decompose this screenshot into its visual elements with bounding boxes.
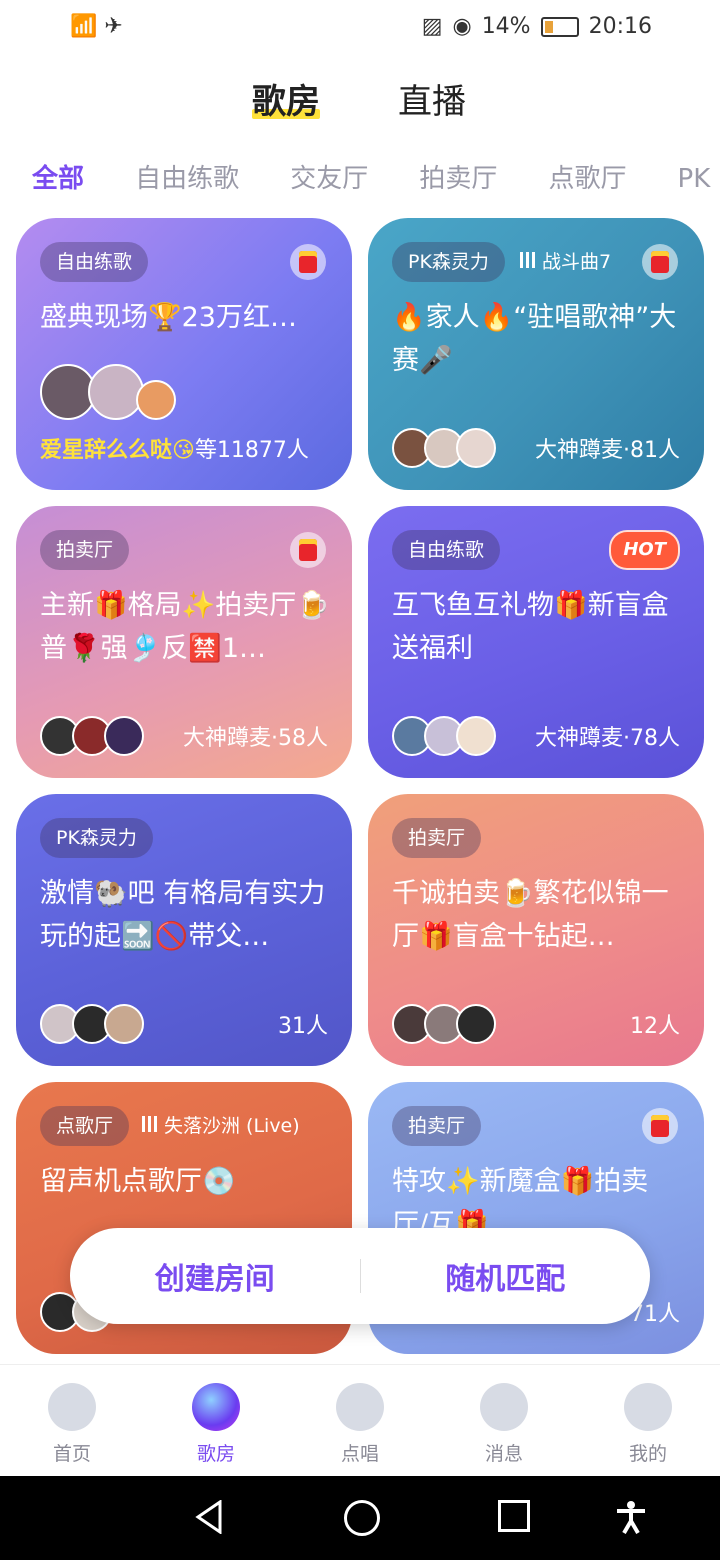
music-bars-icon bbox=[520, 252, 536, 268]
nav-messages[interactable]: 消息 bbox=[432, 1365, 576, 1477]
nav-karaoke-room[interactable]: 歌房 bbox=[144, 1365, 288, 1477]
clock: 20:16 bbox=[588, 14, 652, 39]
wifi-icon: 📶 bbox=[70, 14, 98, 39]
avatar-group bbox=[40, 1004, 144, 1044]
tab-karaoke-room[interactable]: 歌房 bbox=[252, 74, 320, 123]
avatar-group bbox=[392, 716, 496, 756]
song-name: 战斗曲7 bbox=[542, 251, 612, 273]
room-card[interactable]: PK森灵力 激情🐏吧 有格局有实力玩的起🔜🚫带父… 31人 bbox=[16, 794, 352, 1066]
room-title: 千诚拍卖🍺繁花似锦一厅🎁盲盒十钻起… bbox=[392, 878, 669, 952]
avatar-group bbox=[392, 1004, 496, 1044]
nav-label: 歌房 bbox=[196, 1443, 235, 1465]
avatar bbox=[136, 380, 176, 420]
music-bars-icon bbox=[142, 1116, 158, 1132]
listener-count: 等11877人 bbox=[194, 438, 309, 463]
avatar bbox=[88, 364, 144, 420]
host-name: 爱星辞么么哒😘 bbox=[40, 438, 195, 463]
red-packet-icon[interactable] bbox=[290, 244, 326, 280]
nav-label: 点唱 bbox=[340, 1443, 379, 1465]
red-packet-icon[interactable] bbox=[290, 532, 326, 568]
listener-count: 大神蹲麦·78人 bbox=[535, 726, 680, 751]
avatar bbox=[104, 1004, 144, 1044]
system-nav-bar bbox=[0, 1476, 720, 1560]
red-packet-icon[interactable] bbox=[642, 1108, 678, 1144]
room-tag: PK森灵力 bbox=[40, 818, 153, 858]
battery-percent: 14% bbox=[481, 14, 531, 39]
home-icon bbox=[48, 1383, 96, 1431]
listener-count: 12人 bbox=[630, 1014, 680, 1039]
room-title: 互飞鱼互礼物🎁新盲盒送福利 bbox=[392, 590, 669, 664]
room-card[interactable]: 自由练歌 HOT 互飞鱼互礼物🎁新盲盒送福利 大神蹲麦·78人 bbox=[368, 506, 704, 778]
room-tag: 拍卖厅 bbox=[392, 818, 482, 858]
random-match-button[interactable]: 随机匹配 bbox=[361, 1254, 651, 1298]
tab-label: 歌房 bbox=[252, 82, 320, 122]
accessibility-icon[interactable] bbox=[614, 1500, 648, 1534]
category-tab-pk[interactable]: PK bbox=[678, 164, 711, 194]
status-left-icons: 📶 ✈ bbox=[70, 14, 123, 39]
message-icon bbox=[480, 1383, 528, 1431]
create-room-button[interactable]: 创建房间 bbox=[70, 1254, 360, 1298]
nav-label: 消息 bbox=[484, 1443, 523, 1465]
karaoke-room-icon bbox=[192, 1383, 240, 1431]
tab-live[interactable]: 直播 bbox=[398, 74, 466, 123]
now-playing: 失落沙洲 (Live) bbox=[142, 1106, 300, 1146]
home-button-icon[interactable] bbox=[344, 1500, 380, 1536]
nav-home[interactable]: 首页 bbox=[0, 1365, 144, 1477]
room-tag: 自由练歌 bbox=[40, 242, 149, 282]
status-right: ▨ ◉ 14% 20:16 bbox=[422, 14, 652, 39]
listener-count: 大神蹲麦·81人 bbox=[535, 438, 680, 463]
category-tab-free-practice[interactable]: 自由练歌 bbox=[135, 158, 239, 195]
room-tag: 拍卖厅 bbox=[40, 530, 130, 570]
category-tab-social[interactable]: 交友厅 bbox=[290, 158, 368, 195]
avatar bbox=[104, 716, 144, 756]
sing-icon bbox=[336, 1383, 384, 1431]
tab-label: 直播 bbox=[398, 82, 466, 122]
category-tabs: 全部 自由练歌 交友厅 拍卖厅 点歌厅 PK bbox=[32, 158, 720, 198]
room-tag: 拍卖厅 bbox=[392, 1106, 482, 1146]
room-title: 盛典现场🏆23万红… bbox=[40, 302, 297, 333]
category-tab-auction[interactable]: 拍卖厅 bbox=[419, 158, 497, 195]
red-packet-icon[interactable] bbox=[642, 244, 678, 280]
room-card[interactable]: 拍卖厅 主新🎁格局✨拍卖厅🍺普🌹强🎐反🈲1… 大神蹲麦·58人 bbox=[16, 506, 352, 778]
avatar bbox=[456, 428, 496, 468]
nav-label: 我的 bbox=[628, 1443, 667, 1465]
sim-disabled-icon: ▨ bbox=[421, 14, 443, 39]
nav-profile[interactable]: 我的 bbox=[576, 1365, 720, 1477]
airplane-icon: ✈ bbox=[104, 14, 123, 39]
category-tab-song-request[interactable]: 点歌厅 bbox=[548, 158, 626, 195]
nav-sing[interactable]: 点唱 bbox=[288, 1365, 432, 1477]
category-tab-all[interactable]: 全部 bbox=[32, 158, 84, 195]
listener-count: 大神蹲麦·58人 bbox=[183, 726, 328, 751]
room-card[interactable]: PK森灵力 战斗曲7 🔥家人🔥“驻唱歌神”大赛🎤 大神蹲麦·81人 bbox=[368, 218, 704, 490]
room-title: 留声机点歌厅💿 bbox=[40, 1166, 236, 1197]
status-bar: 📶 ✈ ▨ ◉ 14% 20:16 bbox=[0, 0, 720, 56]
hot-badge: HOT bbox=[609, 530, 680, 570]
floating-action-bar: 创建房间 随机匹配 bbox=[70, 1228, 650, 1324]
song-name: 失落沙洲 (Live) bbox=[164, 1115, 300, 1137]
avatar bbox=[456, 1004, 496, 1044]
now-playing: 战斗曲7 bbox=[520, 242, 611, 282]
room-tag: 自由练歌 bbox=[392, 530, 501, 570]
room-title: 主新🎁格局✨拍卖厅🍺普🌹强🎐反🈲1… bbox=[40, 590, 330, 664]
top-tabs: 歌房 直播 bbox=[0, 74, 720, 134]
bottom-nav: 首页 歌房 点唱 消息 我的 bbox=[0, 1364, 720, 1477]
avatar-group bbox=[392, 428, 496, 468]
room-tag: PK森灵力 bbox=[392, 242, 505, 282]
battery-icon bbox=[540, 16, 579, 37]
avatar-group bbox=[40, 716, 144, 756]
avatar bbox=[456, 716, 496, 756]
avatar-group bbox=[40, 364, 176, 420]
nav-label: 首页 bbox=[52, 1443, 91, 1465]
room-card[interactable]: 拍卖厅 千诚拍卖🍺繁花似锦一厅🎁盲盒十钻起… 12人 bbox=[368, 794, 704, 1066]
room-title: 🔥家人🔥“驻唱歌神”大赛🎤 bbox=[392, 302, 677, 376]
eye-comfort-icon: ◉ bbox=[452, 14, 472, 39]
back-icon[interactable] bbox=[194, 1500, 224, 1534]
room-card[interactable]: 自由练歌 盛典现场🏆23万红… 爱星辞么么哒😘等11877人 bbox=[16, 218, 352, 490]
room-tag: 点歌厅 bbox=[40, 1106, 130, 1146]
profile-icon bbox=[624, 1383, 672, 1431]
listener-count: 31人 bbox=[278, 1014, 328, 1039]
room-title: 激情🐏吧 有格局有实力玩的起🔜🚫带父… bbox=[40, 878, 326, 952]
recent-apps-icon[interactable] bbox=[498, 1500, 530, 1532]
host-info: 爱星辞么么哒😘等11877人 bbox=[40, 432, 309, 464]
